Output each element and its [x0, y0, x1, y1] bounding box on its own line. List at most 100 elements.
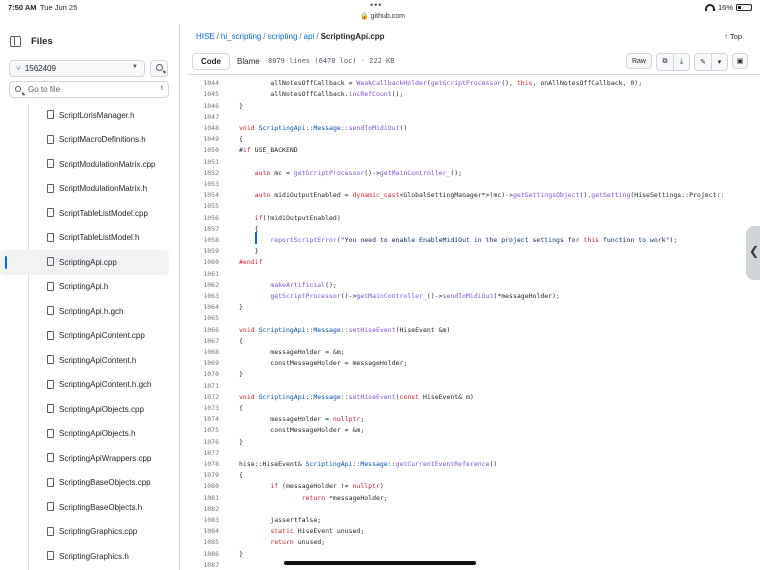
line-number[interactable]: 1057	[188, 224, 219, 235]
code-text: }	[239, 549, 243, 558]
line-number[interactable]: 1046	[188, 101, 219, 112]
line-number[interactable]: 1069	[188, 358, 219, 369]
line-number[interactable]: 1068	[188, 347, 219, 358]
line-number[interactable]: 1059	[188, 246, 219, 257]
file-tree-item[interactable]: ScriptingApi.h.gch	[0, 299, 179, 324]
file-name: ScriptLorisManager.h	[59, 110, 135, 120]
line-number[interactable]: 1055	[188, 201, 219, 212]
file-tree-item[interactable]: ScriptingApiContent.h.gch	[0, 373, 179, 398]
tab-code[interactable]: Code	[192, 53, 230, 70]
line-number[interactable]: 1070	[188, 369, 219, 380]
side-handle[interactable]: ❮	[746, 226, 760, 280]
line-number[interactable]: 1074	[188, 414, 219, 425]
wifi-icon	[704, 4, 715, 11]
line-number[interactable]: 1052	[188, 168, 219, 179]
symbols-panel-icon[interactable]: ▣	[732, 53, 748, 69]
code-line: 1049 {	[188, 134, 760, 145]
search-button[interactable]	[150, 60, 168, 77]
chevron-down-icon[interactable]: ▾	[711, 54, 727, 70]
breadcrumb-link[interactable]: hi_scripting	[221, 32, 261, 41]
line-number[interactable]: 1049	[188, 134, 219, 145]
line-number[interactable]: 1077	[188, 448, 219, 459]
branch-selector[interactable]: ⑂ 1562409 ▼	[9, 60, 145, 77]
line-number[interactable]: 1083	[188, 515, 219, 526]
code-line: 1086}	[188, 549, 760, 560]
line-number[interactable]: 1066	[188, 325, 219, 336]
line-number[interactable]: 1063	[188, 291, 219, 302]
file-tree-item[interactable]: ScriptTableListModel.cpp	[0, 201, 179, 226]
line-number[interactable]: 1086	[188, 549, 219, 560]
code-line: 1074 messageHolder = nullptr;	[188, 414, 760, 425]
file-name: ScriptingApiContent.h.gch	[59, 380, 152, 390]
line-number[interactable]: 1076	[188, 437, 219, 448]
line-number[interactable]: 1087	[188, 560, 219, 570]
file-tree-item[interactable]: ScriptingApiObjects.cpp	[0, 397, 179, 422]
line-number[interactable]: 1045	[188, 89, 219, 100]
code-text: void ScriptingApi::Message::setHiseEvent…	[239, 325, 451, 334]
line-number[interactable]: 1054	[188, 190, 219, 201]
line-number[interactable]: 1060	[188, 257, 219, 268]
line-number[interactable]: 1073	[188, 403, 219, 414]
file-tree-item[interactable]: ScriptingBaseObjects.h	[0, 495, 179, 520]
line-number[interactable]: 1078	[188, 459, 219, 470]
line-number[interactable]: 1053	[188, 179, 219, 190]
line-number[interactable]: 1072	[188, 392, 219, 403]
line-number[interactable]: 1075	[188, 425, 219, 436]
file-tree-item[interactable]: ScriptLorisManager.h	[0, 103, 179, 128]
copy-icon[interactable]: ⧉	[657, 54, 673, 70]
file-tree-item[interactable]: ScriptingApiContent.h	[0, 348, 179, 373]
file-tree-item[interactable]: ScriptTableListModel.h	[0, 226, 179, 251]
code-view[interactable]: 1043{1044 allNotesOffCallback = WeakCall…	[188, 74, 760, 570]
line-number[interactable]: 1048	[188, 123, 219, 134]
file-tree-item[interactable]: ScriptingApi.cpp	[0, 250, 169, 275]
file-tree-item[interactable]: ScriptingGraphics.h	[0, 544, 179, 569]
line-number[interactable]: 1058	[188, 235, 219, 246]
tab-blame[interactable]: Blame	[229, 53, 268, 70]
file-tree-item[interactable]: ScriptingGraphics.cpp	[0, 520, 179, 545]
file-tree-item[interactable]: ScriptingApiWrappers.cpp	[0, 446, 179, 471]
line-number[interactable]: 1080	[188, 481, 219, 492]
line-number[interactable]: 1044	[188, 78, 219, 89]
line-number[interactable]: 1050	[188, 145, 219, 156]
code-line: 1061	[188, 269, 760, 280]
download-icon[interactable]: ⤓	[673, 54, 689, 70]
file-tree-item[interactable]: ScriptingApi.h	[0, 275, 179, 300]
line-number[interactable]: 1084	[188, 526, 219, 537]
file-tree-item[interactable]: ScriptMacroDefinitions.h	[0, 128, 179, 153]
line-number[interactable]: 1061	[188, 269, 219, 280]
file-tree-item[interactable]: ScriptModulationMatrix.cpp	[0, 152, 179, 177]
line-number[interactable]: 1056	[188, 213, 219, 224]
file-icon	[47, 281, 54, 291]
code-text: reportScriptError("You need to enable En…	[270, 236, 678, 244]
breadcrumb-link[interactable]: HISE	[196, 32, 215, 41]
line-number[interactable]: 1081	[188, 493, 219, 504]
line-number[interactable]: 1067	[188, 336, 219, 347]
line-number[interactable]: 1082	[188, 504, 219, 515]
file-tree-item[interactable]: ScriptingApiObjects.h	[0, 422, 179, 447]
collapse-panel-icon[interactable]	[10, 36, 21, 47]
top-button[interactable]: ↑ Top	[724, 32, 742, 41]
file-tree-item[interactable]: ScriptingBaseObjects.cpp	[0, 471, 179, 496]
line-number[interactable]: 1065	[188, 313, 219, 324]
line-number[interactable]: 1071	[188, 381, 219, 392]
line-number[interactable]: 1085	[188, 537, 219, 548]
raw-button[interactable]: Raw	[625, 53, 652, 69]
line-number[interactable]: 1047	[188, 112, 219, 123]
go-to-file-input[interactable]: Go to file t	[9, 81, 169, 98]
line-number[interactable]: 1079	[188, 470, 219, 481]
breadcrumb-link[interactable]: scripting	[268, 32, 298, 41]
file-tree-item[interactable]: ScriptModulationMatrix.h	[0, 177, 179, 202]
line-number[interactable]: 1062	[188, 280, 219, 291]
code-text: }	[239, 101, 243, 110]
line-number[interactable]: 1051	[188, 157, 219, 168]
breadcrumb-link[interactable]: api	[304, 32, 315, 41]
home-indicator[interactable]	[284, 561, 476, 565]
file-tree-item[interactable]: ScriptingApiContent.cpp	[0, 324, 179, 349]
more-dots-icon[interactable]: •••	[370, 0, 382, 10]
address-url[interactable]: 🔒 github.com	[360, 12, 405, 20]
file-icon	[47, 183, 54, 193]
file-name: ScriptingApi.cpp	[59, 257, 117, 267]
line-number[interactable]: 1064	[188, 302, 219, 313]
code-text: getScriptProcessor()->getMainController_…	[270, 292, 560, 300]
edit-pencil-icon[interactable]: ✎	[695, 54, 711, 70]
